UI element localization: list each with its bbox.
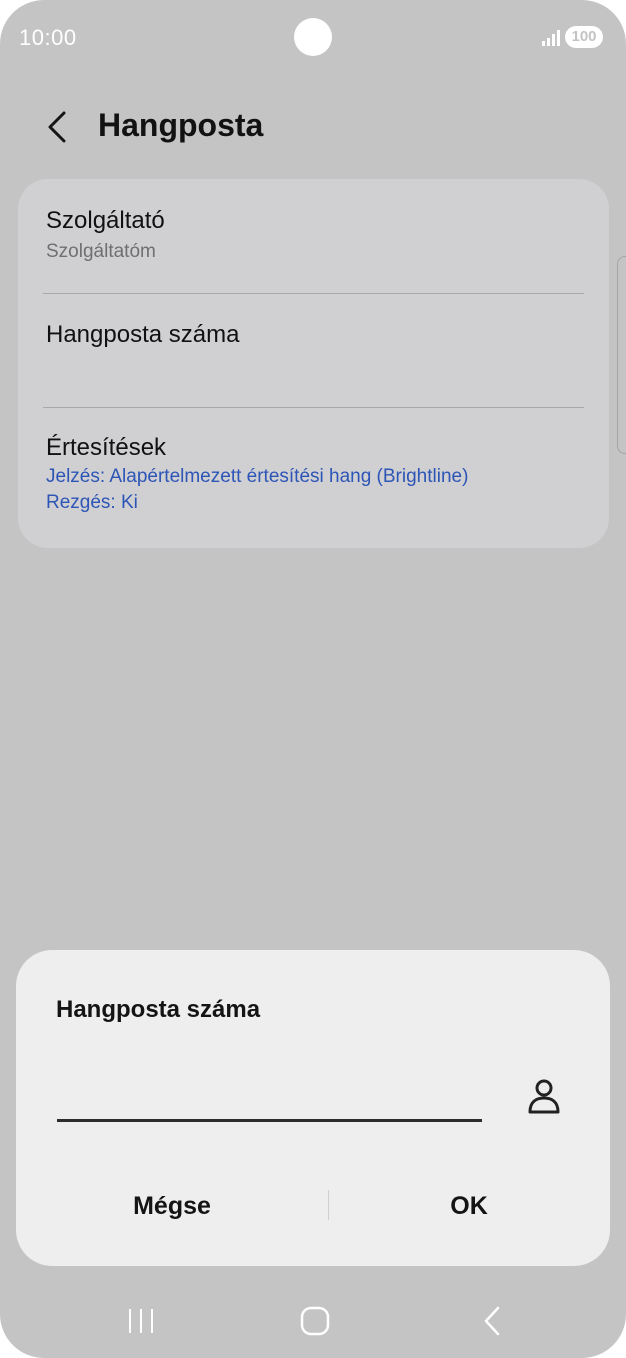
- cancel-button[interactable]: Mégse: [16, 1176, 328, 1236]
- phone-screen: 10:00 100 Hangposta Szolgáltató Szolgált…: [0, 0, 626, 1358]
- home-icon[interactable]: [298, 1303, 332, 1339]
- vibration-text: Rezgés: Ki: [46, 492, 138, 513]
- notification-sound-text: Jelzés: Alapértelmezett értesítési hang …: [46, 466, 469, 487]
- back-icon[interactable]: [478, 1304, 506, 1338]
- settings-item-voicemail-number[interactable]: Hangposta száma: [46, 321, 586, 349]
- page-title: Hangposta: [98, 107, 264, 143]
- divider: [43, 293, 584, 294]
- battery-badge: 100: [565, 26, 603, 48]
- recents-icon[interactable]: [126, 1306, 156, 1336]
- scroll-handle[interactable]: [617, 256, 626, 454]
- voicemail-number-dialog: Hangposta száma Mégse OK: [16, 950, 610, 1266]
- signal-icon: [542, 30, 560, 46]
- divider: [43, 407, 584, 408]
- settings-item-subtitle: Szolgáltatóm: [46, 241, 156, 262]
- settings-item-provider[interactable]: Szolgáltató Szolgáltatóm: [46, 207, 586, 263]
- back-arrow-icon[interactable]: [40, 107, 76, 147]
- contact-icon[interactable]: [526, 1076, 562, 1116]
- settings-item-notifications[interactable]: Értesítések Jelzés: Alapértelmezett érte…: [46, 434, 586, 514]
- status-time: 10:00: [19, 25, 77, 50]
- settings-item-title: Szolgáltató: [46, 207, 165, 234]
- ok-button[interactable]: OK: [328, 1176, 610, 1236]
- settings-item-title: Hangposta száma: [46, 321, 240, 348]
- voicemail-number-input[interactable]: [57, 1066, 482, 1122]
- camera-cutout: [294, 18, 332, 56]
- settings-item-title: Értesítések: [46, 434, 167, 461]
- dialog-title: Hangposta száma: [56, 996, 261, 1023]
- settings-card: Szolgáltató Szolgáltatóm Hangposta száma…: [18, 179, 609, 548]
